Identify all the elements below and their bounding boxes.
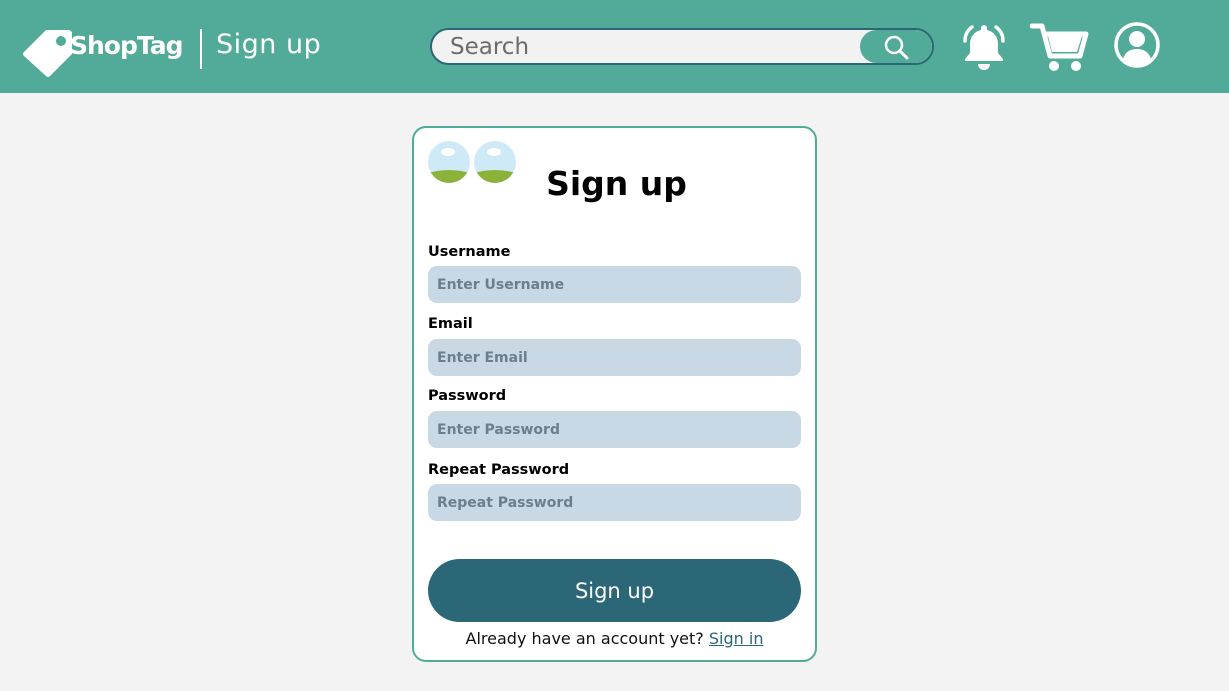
signup-card: Sign up Username Email Password Repeat P… [412,126,817,662]
cart-icon [1029,23,1089,71]
user-account-icon [1114,22,1160,68]
search-button[interactable] [860,30,932,63]
username-field[interactable] [428,266,801,303]
username-label: Username [428,244,511,260]
search-bar [430,28,934,65]
email-label: Email [428,316,473,332]
signin-prompt-text: Already have an account yet? [465,629,704,648]
password-label: Password [428,388,507,404]
password-field[interactable] [428,411,801,448]
form-title: Sign up [546,164,687,203]
search-icon [884,35,909,59]
signin-link[interactable]: Sign in [709,629,764,648]
repeat-password-label: Repeat Password [428,462,570,478]
notifications-button[interactable] [958,21,1010,77]
signup-button[interactable]: Sign up [428,559,801,622]
brand-name: ShopTag [70,31,183,60]
repeat-password-field[interactable] [428,484,801,521]
user-account-button[interactable] [1113,21,1161,73]
top-navigation-bar: ShopTag Sign up [0,0,1229,93]
email-field[interactable] [428,339,801,376]
signin-prompt: Already have an account yet? Sign in [414,629,815,648]
header-divider [200,29,202,69]
bell-icon [963,25,1005,70]
tag-logo-icon [23,30,72,77]
cart-button[interactable] [1029,20,1090,78]
page-label: Sign up [216,29,322,60]
search-input[interactable] [450,33,860,61]
shoptag-logo[interactable]: ShopTag [22,28,192,77]
